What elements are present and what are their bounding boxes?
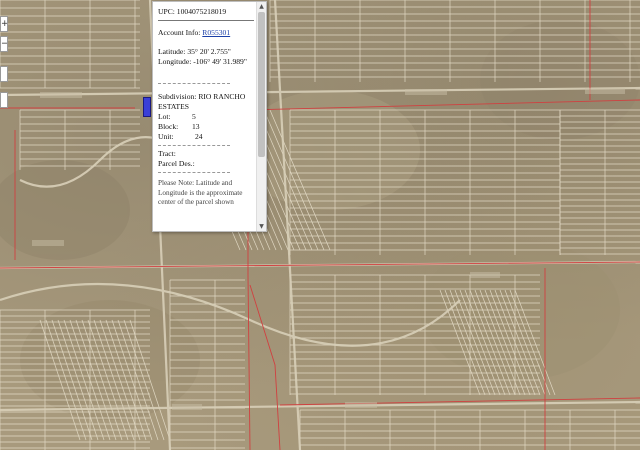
subdivision-value: RIO RANCHO xyxy=(198,92,246,101)
map-tool-icon[interactable] xyxy=(0,66,8,82)
latitude-row: Latitude: 35° 20' 2.755" xyxy=(158,47,256,57)
zoom-in-button[interactable]: + xyxy=(0,16,8,32)
block-row: Block: 13 xyxy=(158,122,256,132)
subdivision-value-cont: ESTATES xyxy=(158,102,190,111)
road-label xyxy=(345,402,377,408)
latitude-value: 35° 20' 2.755" xyxy=(187,47,231,56)
block-label: Block: xyxy=(158,122,179,131)
note-line-3: shown xyxy=(215,198,234,207)
lot-label: Lot: xyxy=(158,112,171,121)
scroll-thumb[interactable] xyxy=(258,12,265,157)
popup-content: UPC: 1004075218019 Account Info: R055301… xyxy=(153,2,256,231)
parcel-lines xyxy=(0,0,640,450)
refresh-icon[interactable] xyxy=(0,92,8,108)
scroll-up-arrow-icon[interactable]: ▲ xyxy=(257,2,266,11)
upc-value: 1004075218019 xyxy=(176,7,227,16)
account-row: Account Info: R055301 xyxy=(158,28,256,38)
account-label: Account Info: xyxy=(158,28,201,37)
block-value: 13 xyxy=(192,122,200,131)
tract-label: Tract: xyxy=(158,149,176,158)
longitude-value: -106° 49' 31.989" xyxy=(193,57,247,66)
popup-scrollbar[interactable]: ▲ ▼ xyxy=(256,2,266,231)
parcel-des-label: Parcel Des.: xyxy=(158,159,195,168)
longitude-row: Longitude: -106° 49' 31.989" xyxy=(158,57,256,67)
longitude-label: Longitude: xyxy=(158,57,192,66)
scroll-down-arrow-icon[interactable]: ▼ xyxy=(257,222,266,231)
unit-row: Unit: 24 xyxy=(158,132,256,142)
divider xyxy=(158,20,254,21)
divider xyxy=(158,145,230,146)
road-label xyxy=(172,404,202,410)
lot-row: Lot: 5 xyxy=(158,112,256,122)
account-link[interactable]: R055301 xyxy=(202,28,230,37)
upc-row: UPC: 1004075218019 xyxy=(158,7,256,17)
selected-parcel-marker[interactable] xyxy=(143,97,151,117)
coordinate-note: Please Note: Latitude and Longitude is t… xyxy=(158,179,256,208)
map-canvas[interactable] xyxy=(0,0,640,450)
road-label xyxy=(32,240,64,246)
road-label xyxy=(40,92,82,98)
parcel-info-popup: UPC: 1004075218019 Account Info: R055301… xyxy=(152,1,267,232)
road-label xyxy=(405,89,447,95)
upc-label: UPC: xyxy=(158,7,175,16)
road-label xyxy=(585,88,625,94)
unit-label: Unit: xyxy=(158,132,174,141)
road-label xyxy=(470,272,500,278)
zoom-out-button[interactable]: − xyxy=(0,36,8,52)
latitude-label: Latitude: xyxy=(158,47,186,56)
lot-value: 5 xyxy=(192,112,196,121)
subdivision-row: Subdivision: RIO RANCHO xyxy=(158,92,256,102)
divider xyxy=(158,83,230,84)
unit-value: 24 xyxy=(195,132,203,141)
divider xyxy=(158,172,230,173)
subdivision-label: Subdivision: xyxy=(158,92,197,101)
